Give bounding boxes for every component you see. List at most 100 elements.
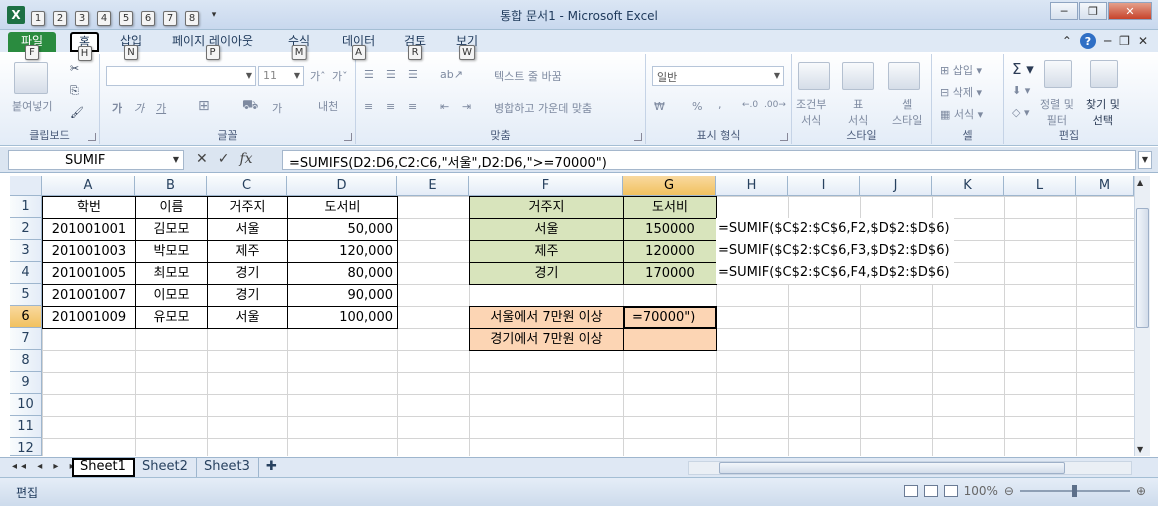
find-select-button[interactable]: 찾기 및 선택 [1086,96,1120,128]
wrap-text-button[interactable]: 텍스트 줄 바꿈 [494,68,562,84]
align-top-icon[interactable]: ☰ [364,68,374,81]
help-icon[interactable]: ? [1079,33,1096,49]
cell-b3[interactable]: 박모모 [135,240,208,263]
number-format-combo[interactable]: 일반 ▼ [652,66,784,86]
cell-a1[interactable]: 학번 [42,196,136,219]
align-left-icon[interactable]: ≡ [364,100,373,113]
sort-filter-button[interactable]: 정렬 및 필터 [1040,96,1074,128]
cell-g2[interactable]: 150000 [623,218,717,241]
delete-cells-button[interactable]: ⊟ 삭제 ▾ [940,84,982,100]
column-header-k[interactable]: K [932,176,1004,196]
page-layout-view-icon[interactable] [923,485,938,497]
insert-function-icon[interactable]: fx [239,151,252,167]
format-painter-icon[interactable]: 🖌 [70,106,84,119]
sheet-tab-2[interactable]: Sheet2 [134,458,197,477]
column-header-h[interactable]: H [716,176,788,196]
cell-a4[interactable]: 201001005 [42,262,136,285]
row-header-8[interactable]: 8 [10,350,42,372]
format-as-table-icon[interactable] [842,62,874,90]
row-header-12[interactable]: 12 [10,438,42,456]
formula-input[interactable]: =SUMIFS(D2:D6,C2:C6,"서울",D2:D6,">=70000"… [282,150,1136,171]
column-header-g[interactable]: G [623,176,716,196]
tab-formulas[interactable]: 수식 M [280,32,318,60]
row-header-10[interactable]: 10 [10,394,42,416]
merge-center-button[interactable]: 병합하고 가운데 맞춤 [494,100,592,116]
minimize-button[interactable]: ─ [1050,2,1078,20]
minimize-ribbon-icon[interactable]: ⌃ [1062,34,1072,48]
cell-styles-button[interactable]: 셀 스타일 [892,96,922,128]
column-header-j[interactable]: J [860,176,932,196]
bold-button[interactable]: 가 [112,100,122,116]
accounting-format-icon[interactable]: ₩ [654,100,665,113]
fill-icon[interactable]: ⬇ ▾ [1012,84,1030,97]
dialog-launcher-icon[interactable] [88,133,96,141]
paste-button[interactable]: 붙여넣기 [12,98,52,114]
paste-icon[interactable] [14,62,48,94]
tab-file[interactable]: 파일 F [8,32,56,60]
cell-b4[interactable]: 최모모 [135,262,208,285]
cell-h3[interactable]: =SUMIF($C$2:$C$6,F3,$D$2:$D$6) [716,240,954,262]
cell-c1[interactable]: 거주지 [207,196,288,219]
cell-a3[interactable]: 201001003 [42,240,136,263]
zoom-out-icon[interactable]: ⊖ [1004,484,1014,498]
borders-icon[interactable]: ⊞ [198,98,210,114]
tab-data[interactable]: 데이터 A [334,32,383,60]
font-color-icon[interactable]: 가 [272,100,282,116]
cell-f6[interactable]: 서울에서 7만원 이상 [469,306,624,329]
sheet-tab-1[interactable]: Sheet1 [72,458,135,477]
row-header-5[interactable]: 5 [10,284,42,306]
cell-d1[interactable]: 도서비 [287,196,398,219]
font-size-combo[interactable]: 11 ▼ [258,66,304,86]
vertical-scrollbar[interactable]: ▲ ▼ [1134,176,1150,456]
cell-b6[interactable]: 유모모 [135,306,208,329]
cell-d6[interactable]: 100,000 [287,306,398,329]
cell-a6[interactable]: 201001009 [42,306,136,329]
italic-button[interactable]: 가 [134,100,144,116]
column-header-a[interactable]: A [42,176,135,196]
font-name-combo[interactable]: ▼ [106,66,256,86]
cell-d3[interactable]: 120,000 [287,240,398,263]
column-header-m[interactable]: M [1076,176,1134,196]
normal-view-icon[interactable] [903,485,918,497]
underline-button[interactable]: 가 [156,100,166,116]
tab-home[interactable]: 홈H [70,32,100,61]
enter-icon[interactable]: ✓ [218,151,230,167]
cell-c4[interactable]: 경기 [207,262,288,285]
orientation-icon[interactable]: ab↗ [440,68,463,81]
select-all-button[interactable] [10,176,42,196]
autosum-icon[interactable]: Σ ▾ [1012,60,1034,78]
shrink-font-icon[interactable]: 가ˇ [332,68,348,84]
row-header-4[interactable]: 4 [10,262,42,284]
align-center-icon[interactable]: ≡ [386,100,395,113]
row-header-6[interactable]: 6 [10,306,42,328]
column-header-c[interactable]: C [207,176,287,196]
cell-styles-icon[interactable] [888,62,920,90]
clear-icon[interactable]: ◇ ▾ [1012,106,1029,119]
dialog-launcher-icon[interactable] [780,133,788,141]
page-break-view-icon[interactable] [943,485,958,497]
increase-decimal-icon[interactable]: ←.0 [742,100,758,110]
tab-insert[interactable]: 삽입 N [112,32,150,60]
cell-d2[interactable]: 50,000 [287,218,398,241]
tab-view[interactable]: 보기 W [448,32,486,60]
row-header-11[interactable]: 11 [10,416,42,438]
cell-b2[interactable]: 김모모 [135,218,208,241]
percent-button[interactable]: % [692,100,702,113]
cell-g1[interactable]: 도서비 [623,196,717,219]
fill-color-icon[interactable]: ⛟ [242,98,258,115]
insert-cells-button[interactable]: ⊞ 삽입 ▾ [940,62,982,78]
conditional-format-button[interactable]: 조건부 서식 [796,96,826,128]
cell-f2[interactable]: 서울 [469,218,624,241]
tab-page-layout[interactable]: 페이지 레이아웃 P [164,32,261,60]
doc-close-icon[interactable]: ✕ [1138,34,1148,48]
dialog-launcher-icon[interactable] [634,133,642,141]
align-bottom-icon[interactable]: ☰ [408,68,418,81]
cell-g7[interactable] [623,328,717,351]
cell-f3[interactable]: 제주 [469,240,624,263]
tab-review[interactable]: 검토 R [396,32,434,60]
cell-d5[interactable]: 90,000 [287,284,398,307]
vertical-scroll-thumb[interactable] [1136,208,1149,328]
cell-b1[interactable]: 이름 [135,196,208,219]
doc-minimize-icon[interactable]: ─ [1104,34,1111,48]
row-header-2[interactable]: 2 [10,218,42,240]
